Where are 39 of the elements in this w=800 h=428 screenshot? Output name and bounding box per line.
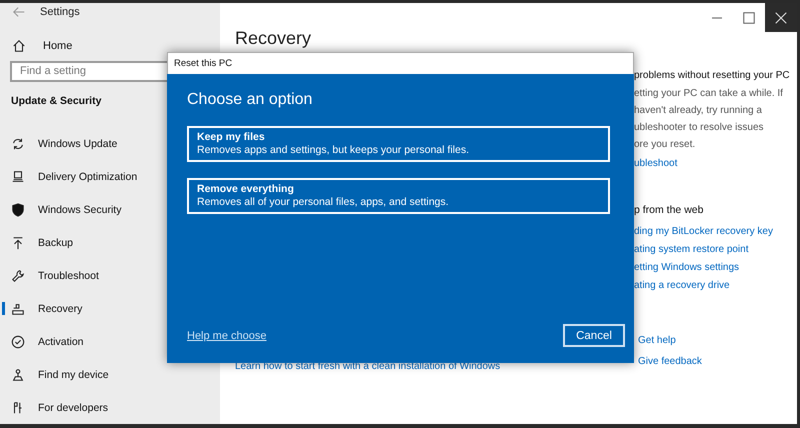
home-link[interactable]: Home [43,40,72,52]
body-text: etting your PC can take a while. If [634,87,784,101]
sidebar-item[interactable]: Backup [0,226,220,259]
window-title: Settings [40,6,80,18]
dialog-title: Reset this PC [167,52,634,74]
option-button[interactable]: Keep my files Removes apps and settings, but keeps your personal files. [187,126,610,162]
option-button[interactable]: Remove everything Removes all of your personal files, apps, and settings. [187,178,610,214]
page-title: Recovery [235,28,312,49]
sidebar-item[interactable]: Recovery [0,292,220,325]
help-link[interactable]: etting Windows settings [634,259,790,277]
sync-icon [11,136,25,150]
dialog-heading: Choose an option [187,91,314,109]
shield-icon [11,202,25,216]
body-text: haven't already, try running a [634,104,763,118]
help-link[interactable]: ding my BitLocker recovery key [634,223,790,241]
section-heading: problems without resetting your PC [634,70,790,81]
help-me-choose-link[interactable]: Help me choose [187,330,266,342]
cancel-button[interactable]: Cancel [563,324,625,347]
computer-icon [11,170,25,184]
minimize-icon [712,16,722,18]
section-heading: p from the web [634,204,704,216]
recovery-icon [11,302,25,316]
sidebar-item[interactable]: Troubleshoot [0,259,220,292]
help-link[interactable]: ating a recovery drive [634,277,790,295]
body-text: ubleshooter to resolve issues [634,121,765,135]
sidebar-item[interactable]: Find my device [0,358,220,391]
close-icon [774,10,788,24]
check-circle-icon [11,334,25,348]
help-link[interactable]: Give feedback [638,353,790,371]
help-link[interactable]: ating system restore point [634,241,790,259]
wrench-icon [11,268,25,282]
troubleshoot-link[interactable]: ubleshoot [634,155,790,173]
help-link[interactable]: Get help [638,332,790,350]
home-icon[interactable] [12,38,26,53]
body-text: ore you reset. [634,138,696,152]
sidebar-item[interactable]: For developers [0,391,220,424]
person-pin-icon [11,368,25,382]
maximize-icon [742,10,756,24]
upload-icon [11,236,25,250]
